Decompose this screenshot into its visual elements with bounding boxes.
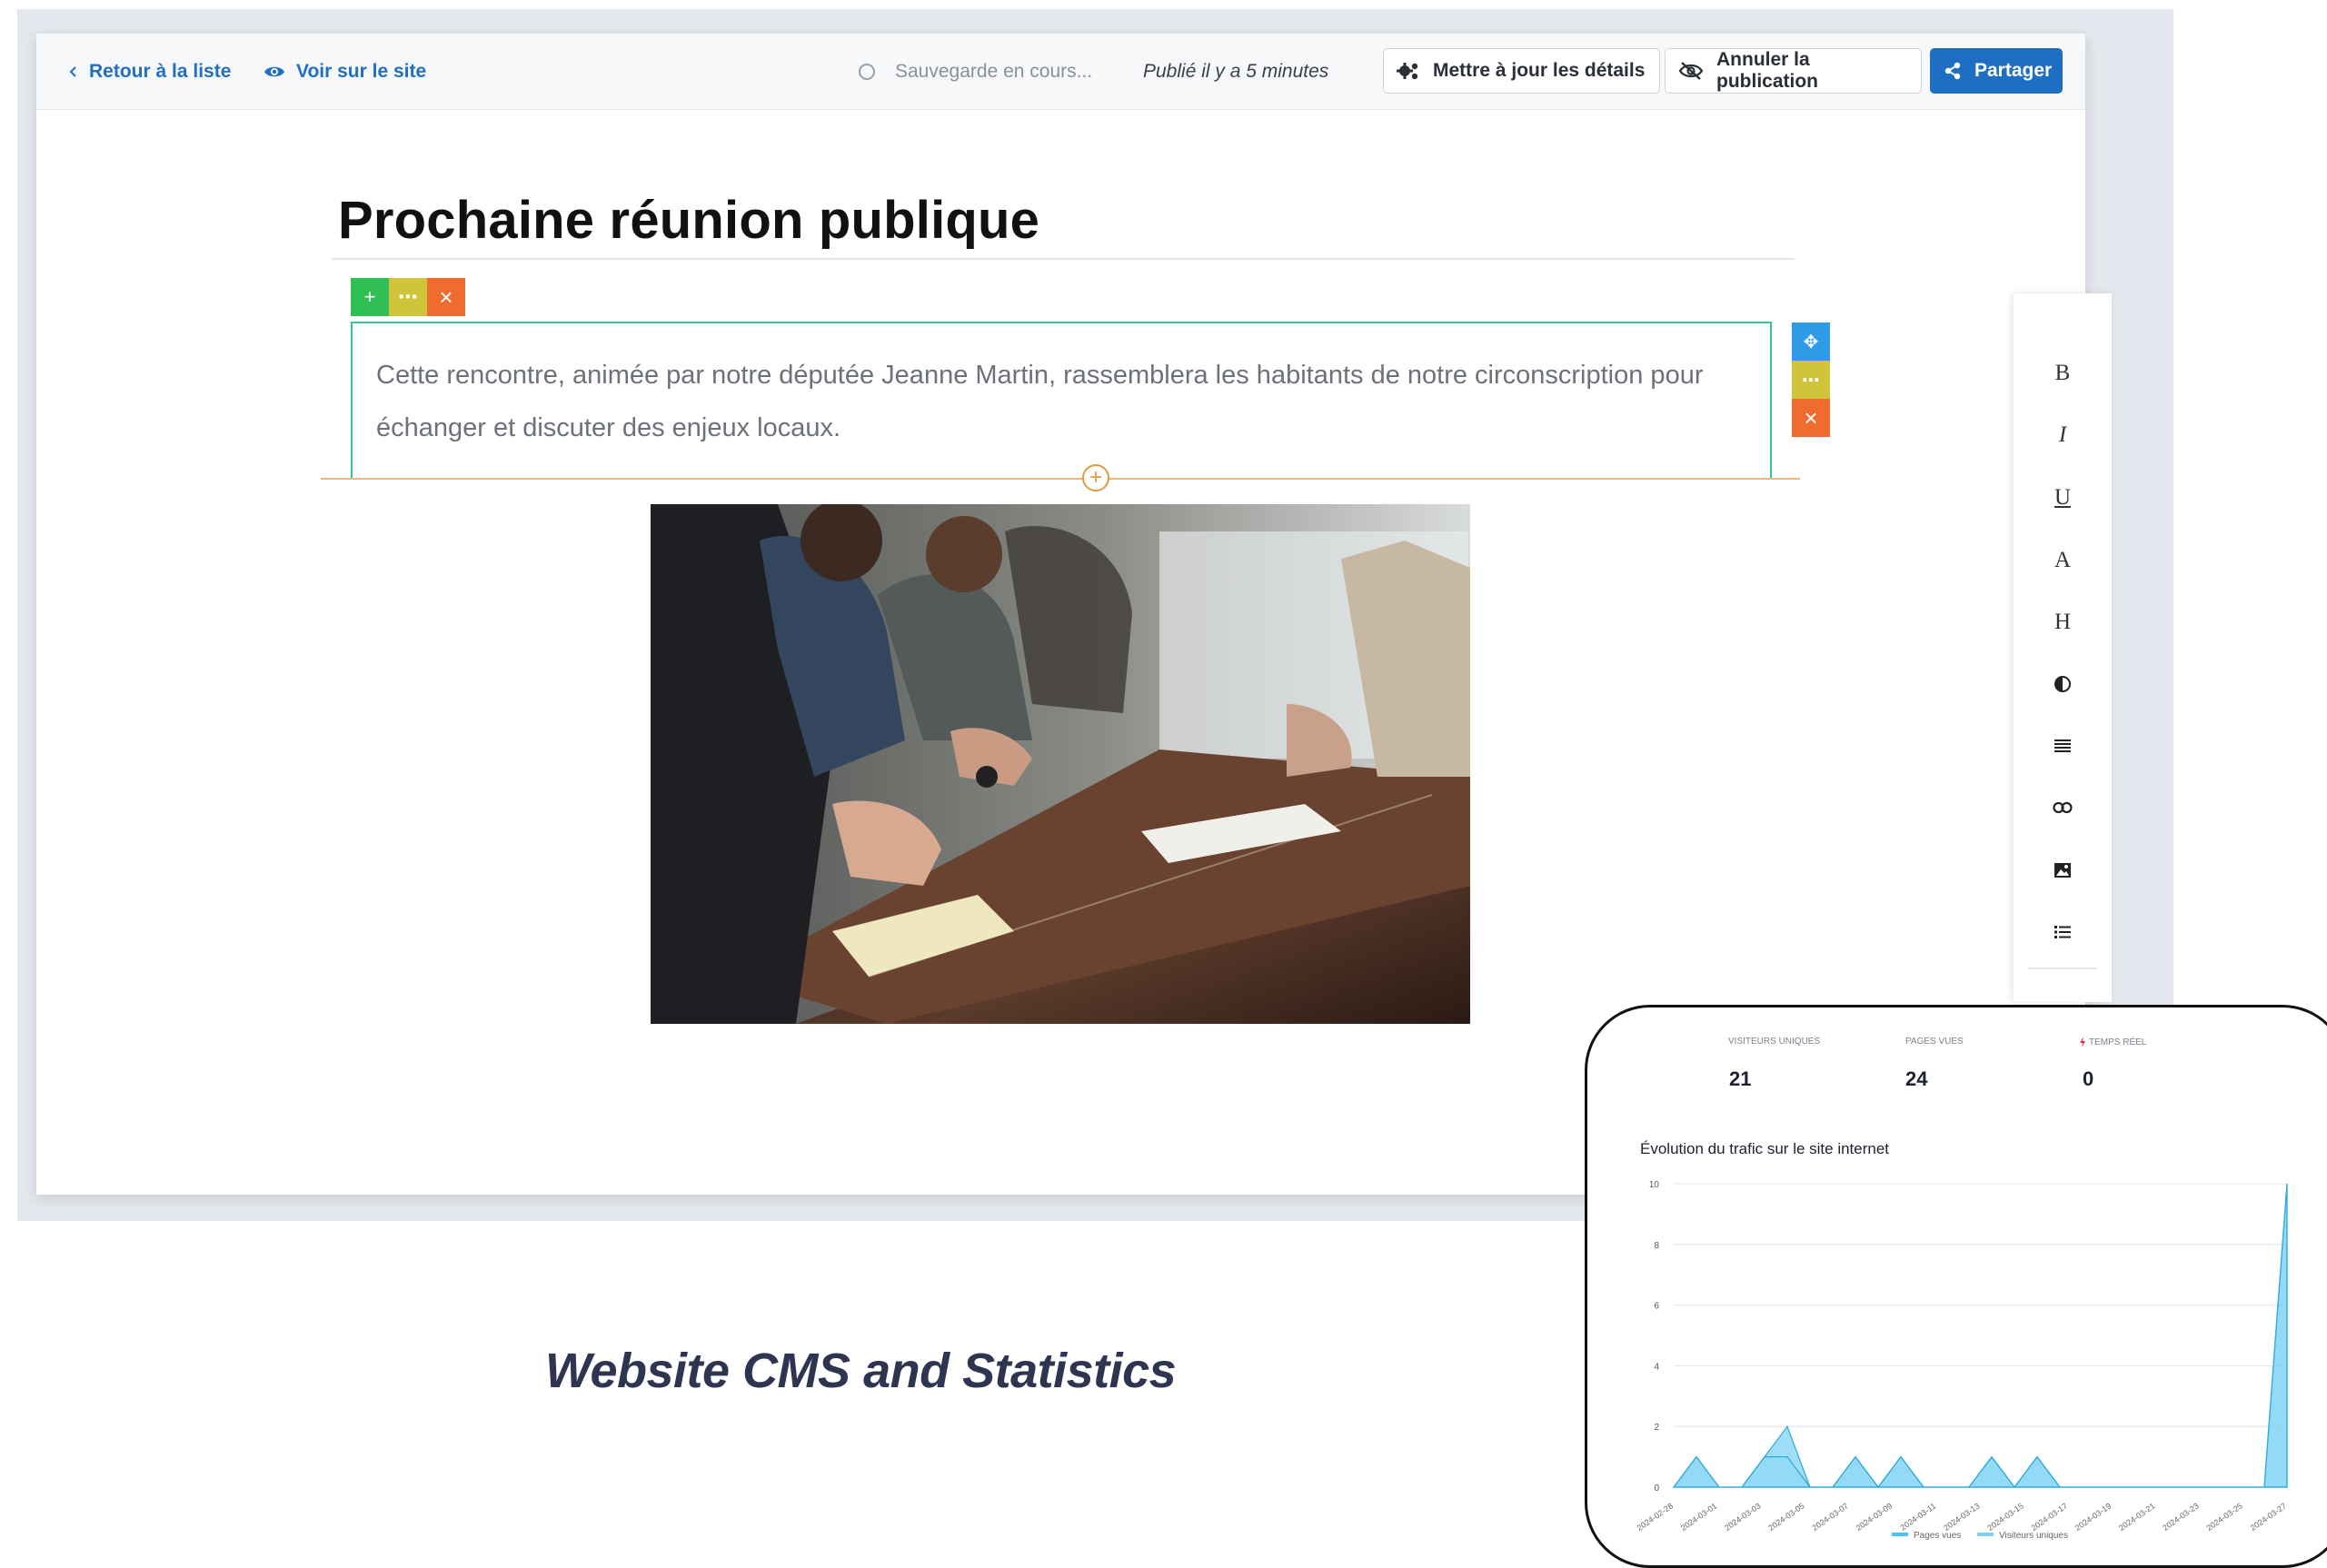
x-tick-label: 2024-03-27 — [2249, 1501, 2288, 1533]
x-tick-label: 2024-03-15 — [1985, 1501, 2024, 1533]
italic-button[interactable]: I — [2014, 417, 2112, 453]
x-tick-label: 2024-03-07 — [1811, 1501, 1850, 1533]
title-divider — [332, 258, 1795, 260]
x-tick-label: 2024-02-28 — [1636, 1501, 1675, 1533]
share-label: Partager — [1974, 60, 2053, 81]
back-to-list-link[interactable]: Retour à la liste — [69, 57, 231, 86]
legend-label: Pages vues — [1914, 1531, 1961, 1541]
format-toolbar-divider — [2028, 968, 2097, 969]
legend-swatch — [1977, 1533, 1994, 1536]
bold-button[interactable]: B — [2014, 355, 2112, 392]
statistics-panel: VISITEURS UNIQUES 21 PAGES VUES 24 TEMPS… — [1585, 1005, 2327, 1568]
back-to-list-label: Retour à la liste — [89, 61, 232, 82]
list-icon — [2054, 926, 2071, 938]
meeting-photo-illustration — [651, 504, 1470, 1024]
align-justify-icon — [2054, 739, 2071, 752]
x-tick-label: 2024-03-09 — [1855, 1501, 1894, 1533]
unpublish-label: Annuler la publication — [1716, 49, 1818, 92]
link-button[interactable] — [2014, 789, 2112, 826]
share-button[interactable]: Partager — [1930, 48, 2063, 94]
insert-block-button[interactable]: + — [1082, 464, 1109, 491]
block-toolbar: + ⋯ × — [351, 278, 465, 316]
update-details-button[interactable]: Mettre à jour les détails — [1383, 48, 1660, 94]
underline-button[interactable]: U — [2014, 480, 2112, 516]
x-tick-label: 2024-03-25 — [2204, 1501, 2243, 1533]
add-block-button[interactable]: + — [351, 278, 389, 316]
move-block-button[interactable]: ✥ — [1792, 323, 1830, 361]
x-tick-label: 2024-03-01 — [1679, 1501, 1718, 1533]
contrast-icon — [2054, 676, 2071, 692]
saving-status: Sauvegarde en cours... — [859, 57, 1092, 86]
block-options-button[interactable]: ⋯ — [1792, 361, 1830, 399]
y-tick-label: 4 — [1654, 1362, 1659, 1372]
delete-block-button[interactable]: × — [427, 278, 465, 316]
editor-topbar: Retour à la liste Voir sur le site Sauve… — [36, 34, 2085, 110]
font-color-button[interactable]: A — [2014, 542, 2112, 579]
format-toolbar: B I U A H — [2014, 293, 2112, 1002]
legend-swatch — [1892, 1533, 1908, 1536]
align-button[interactable] — [2014, 728, 2112, 764]
image-button[interactable] — [2014, 852, 2112, 888]
x-tick-label: 2024-03-11 — [1899, 1501, 1938, 1532]
legend-label: Visiteurs uniques — [1999, 1531, 2068, 1541]
block-side-toolbar: ✥ ⋯ × — [1792, 323, 1830, 437]
x-tick-label: 2024-03-19 — [2073, 1501, 2113, 1533]
image-icon — [2054, 863, 2071, 878]
x-tick-label: 2024-03-21 — [2117, 1501, 2156, 1533]
link-icon — [2053, 801, 2073, 814]
y-tick-label: 6 — [1654, 1302, 1659, 1312]
x-tick-label: 2024-03-17 — [2030, 1501, 2069, 1533]
eye-slash-icon — [1678, 62, 1704, 80]
saving-spinner-icon — [859, 64, 875, 80]
meeting-photo[interactable] — [651, 504, 1470, 1024]
y-tick-label: 10 — [1649, 1180, 1660, 1190]
block-more-button[interactable]: ⋯ — [389, 278, 427, 316]
y-tick-label: 2 — [1654, 1423, 1659, 1433]
view-on-site-link[interactable]: Voir sur le site — [264, 57, 426, 86]
saving-status-label: Sauvegarde en cours... — [895, 61, 1093, 82]
view-on-site-label: Voir sur le site — [296, 61, 427, 82]
update-details-label: Mettre à jour les détails — [1433, 60, 1646, 81]
x-tick-label: 2024-03-23 — [2161, 1501, 2200, 1533]
caption-text: Website CMS and Statistics — [545, 1344, 1177, 1398]
share-icon — [1944, 62, 1962, 80]
traffic-chart: 02468102024-02-28 2024-03-01 2024-03-03 202… — [1636, 1180, 2288, 1541]
unpublish-button[interactable]: Annuler la publication — [1665, 48, 1922, 94]
chevron-left-icon — [69, 65, 78, 78]
series-area-0 — [1672, 1183, 2288, 1489]
heading-button[interactable]: H — [2014, 604, 2112, 640]
gears-icon — [1397, 61, 1420, 81]
list-button[interactable] — [2014, 914, 2112, 950]
y-tick-label: 8 — [1654, 1241, 1659, 1251]
page-title[interactable]: Prochaine réunion publique — [338, 190, 1039, 251]
published-status: Publié il y a 5 minutes — [1143, 61, 1329, 82]
paragraph-block[interactable]: Cette rencontre, animée par notre député… — [351, 322, 1772, 478]
eye-icon — [264, 65, 285, 79]
contrast-button[interactable] — [2014, 666, 2112, 702]
x-tick-label: 2024-03-13 — [1942, 1501, 1981, 1533]
remove-block-button[interactable]: × — [1792, 399, 1830, 437]
series-area-1 — [1672, 1183, 2288, 1489]
insert-divider — [321, 478, 1800, 480]
x-tick-label: 2024-03-05 — [1766, 1501, 1805, 1533]
y-tick-label: 0 — [1654, 1484, 1659, 1494]
x-tick-label: 2024-03-03 — [1723, 1501, 1762, 1533]
